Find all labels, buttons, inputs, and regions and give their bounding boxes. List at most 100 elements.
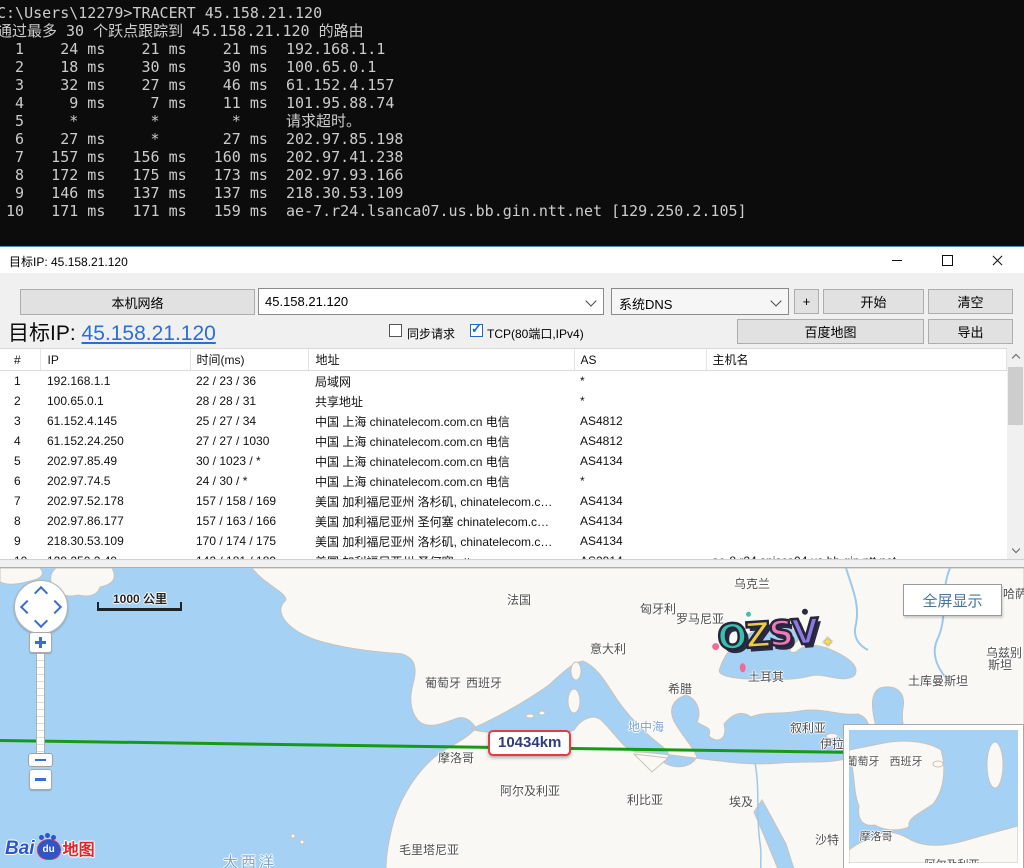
sparkle-icon: ✦	[821, 633, 835, 652]
chevron-down-icon[interactable]	[770, 295, 781, 306]
terminal-line: 3 32 ms 27 ms 46 ms 61.152.4.157	[0, 76, 1024, 94]
map-label-saudi: 沙特	[815, 831, 839, 848]
col-header-time[interactable]: 时间(ms)	[190, 349, 308, 371]
inset-label-morocco: 摩洛哥	[860, 828, 893, 844]
terminal-line: 2 18 ms 30 ms 30 ms 100.65.0.1	[0, 58, 1024, 76]
dns-selected-value: 系统DNS	[619, 294, 672, 313]
map-label-kazakhstan: 哈萨	[1003, 585, 1024, 602]
pan-up-icon[interactable]	[34, 586, 48, 600]
start-button[interactable]: 开始	[823, 289, 924, 314]
map-label-mediterranean: 地中海	[628, 718, 664, 735]
maximize-button[interactable]	[922, 247, 972, 273]
map-label-mauritania: 毛里塔尼亚	[399, 841, 459, 858]
scroll-up-icon[interactable]	[1007, 348, 1024, 365]
minimize-button[interactable]	[872, 247, 922, 273]
fullscreen-button[interactable]: 全屏显示	[903, 584, 1002, 616]
table-scrollbar[interactable]	[1007, 348, 1024, 559]
table-row[interactable]: 2100.65.0.1 28 / 28 / 31共享地址 *	[0, 391, 1007, 411]
sync-request-checkbox[interactable]	[389, 324, 402, 337]
add-target-button[interactable]: +	[794, 289, 819, 314]
local-network-button[interactable]: 本机网络	[20, 289, 255, 315]
zoom-out-button[interactable]	[29, 769, 52, 790]
baidu-paw-icon: du	[37, 839, 61, 860]
hop-table: # IP 时间(ms) 地址 AS 主机名 1192.168.1.1 22 / …	[0, 348, 1024, 559]
table-row[interactable]: 10129.250.2.49 142 / 181 / 189美国 加利福尼亚州 …	[0, 551, 1007, 559]
table-row[interactable]: 7202.97.52.178 157 / 158 / 169美国 加利福尼亚州 …	[0, 491, 1007, 511]
map-label-italy: 意大利	[590, 640, 626, 657]
maximize-icon	[942, 255, 953, 266]
export-button[interactable]: 导出	[928, 319, 1013, 344]
map-pan-control[interactable]	[14, 580, 68, 634]
watermark-letter: O	[716, 617, 746, 659]
dns-combobox[interactable]: 系统DNS	[611, 288, 789, 315]
terminal-line: 6 27 ms * 27 ms 202.97.85.198	[0, 130, 1024, 148]
col-header-as[interactable]: AS	[574, 349, 706, 371]
close-button[interactable]	[972, 247, 1022, 273]
tcp-checkbox-label: TCP(80端口,IPv4)	[487, 325, 584, 342]
map-label-spain: 西班牙	[466, 674, 502, 691]
terminal-line: 9 146 ms 137 ms 137 ms 218.30.53.109	[0, 184, 1024, 202]
zoom-slider-thumb[interactable]	[28, 753, 53, 767]
terminal-line: 5 * * * 请求超时。	[0, 112, 1024, 130]
minimize-icon	[892, 260, 902, 261]
baidu-map-button[interactable]: 百度地图	[737, 319, 924, 344]
window-title: 目标IP: 45.158.21.120	[9, 253, 128, 270]
map-label-hungary: 匈牙利	[640, 600, 676, 617]
plus-icon	[39, 637, 42, 648]
chevron-down-icon[interactable]	[585, 295, 596, 306]
sync-request-label: 同步请求	[407, 325, 455, 342]
map-scale-bar	[97, 608, 182, 611]
scrollbar-thumb[interactable]	[1008, 367, 1023, 425]
baidu-logo[interactable]: Bai du 地图	[5, 836, 95, 860]
pan-left-icon[interactable]	[20, 600, 34, 614]
table-row[interactable]: 461.152.24.250 27 / 27 / 1030中国 上海 china…	[0, 431, 1007, 451]
col-header-num[interactable]: #	[0, 349, 40, 371]
trace-app-window: 目标IP: 45.158.21.120 本机网络 系统DNS + 开始 清空 目…	[0, 246, 1024, 867]
terminal-line: 1 24 ms 21 ms 21 ms 192.168.1.1	[0, 40, 1024, 58]
inset-overview-map[interactable]: 葡萄牙 西班牙 摩洛哥 阿尔及利亚	[843, 724, 1024, 868]
titlebar[interactable]: 目标IP: 45.158.21.120	[0, 247, 1024, 273]
target-ip-combobox[interactable]	[258, 288, 604, 315]
watermark-letter: Z	[744, 615, 770, 657]
watermark-sticker: OZSV ✦	[716, 611, 831, 673]
map-label-ukraine: 乌克兰	[734, 575, 770, 592]
terminal-line: 8 172 ms 175 ms 173 ms 202.97.93.166	[0, 166, 1024, 184]
table-row[interactable]: 1192.168.1.1 22 / 23 / 36局域网 *	[0, 371, 1007, 392]
pan-right-icon[interactable]	[48, 600, 62, 614]
map-label-iraq: 伊拉	[820, 735, 844, 752]
map-label-algeria: 阿尔及利亚	[500, 782, 560, 799]
scroll-down-icon[interactable]	[1007, 542, 1024, 559]
pan-down-icon[interactable]	[34, 614, 48, 628]
map-label-syria: 叙利亚	[790, 719, 826, 736]
zoom-slider-track[interactable]	[36, 653, 45, 756]
col-header-host[interactable]: 主机名	[706, 349, 1007, 371]
table-row[interactable]: 5202.97.85.49 30 / 1023 / *中国 上海 chinate…	[0, 451, 1007, 471]
inset-label-spain: 西班牙	[890, 753, 923, 769]
map-label-atlantic: 大西洋	[223, 851, 277, 868]
terminal-window: C:\Users\12279>TRACERT 45.158.21.120 通过最…	[0, 0, 1024, 246]
baidu-map-panel[interactable]: 乌克兰 法国 匈牙利 罗马尼亚 意大利 葡萄牙 西班牙 希腊 土耳其 土库曼斯坦…	[0, 567, 1024, 868]
inset-label-portugal: 葡萄牙	[849, 753, 880, 769]
table-row[interactable]: 361.152.4.145 25 / 27 / 34中国 上海 chinatel…	[0, 411, 1007, 431]
target-ip-input[interactable]	[259, 289, 580, 314]
target-ip-label: 目标IP:	[8, 322, 82, 345]
table-row[interactable]: 6202.97.74.5 24 / 30 / *中国 上海 chinatelec…	[0, 471, 1007, 491]
table-row[interactable]: 9218.30.53.109 170 / 174 / 175美国 加利福尼亚州 …	[0, 531, 1007, 551]
map-label-greece: 希腊	[668, 680, 692, 697]
clear-button[interactable]: 清空	[928, 289, 1013, 314]
zoom-in-button[interactable]	[29, 632, 52, 653]
col-header-addr[interactable]: 地址	[308, 349, 574, 371]
map-label-portugal: 葡萄牙	[425, 674, 461, 691]
target-ip-link[interactable]: 45.158.21.120	[82, 322, 216, 345]
baidu-logo-text: Bai	[5, 838, 35, 860]
col-header-ip[interactable]: IP	[40, 349, 190, 371]
map-label-morocco: 摩洛哥	[438, 749, 474, 766]
table-header-row: # IP 时间(ms) 地址 AS 主机名	[0, 349, 1007, 371]
tcp-checkbox[interactable]: ✓	[470, 324, 483, 337]
map-label-turkmenistan: 土库曼斯坦	[908, 672, 968, 689]
divider	[0, 559, 1024, 567]
table-row[interactable]: 8202.97.86.177 157 / 163 / 166美国 加利福尼亚州 …	[0, 511, 1007, 531]
sticker-splash	[739, 663, 746, 672]
terminal-line: 7 157 ms 156 ms 160 ms 202.97.41.238	[0, 148, 1024, 166]
baidu-logo-map-text: 地图	[63, 836, 95, 860]
